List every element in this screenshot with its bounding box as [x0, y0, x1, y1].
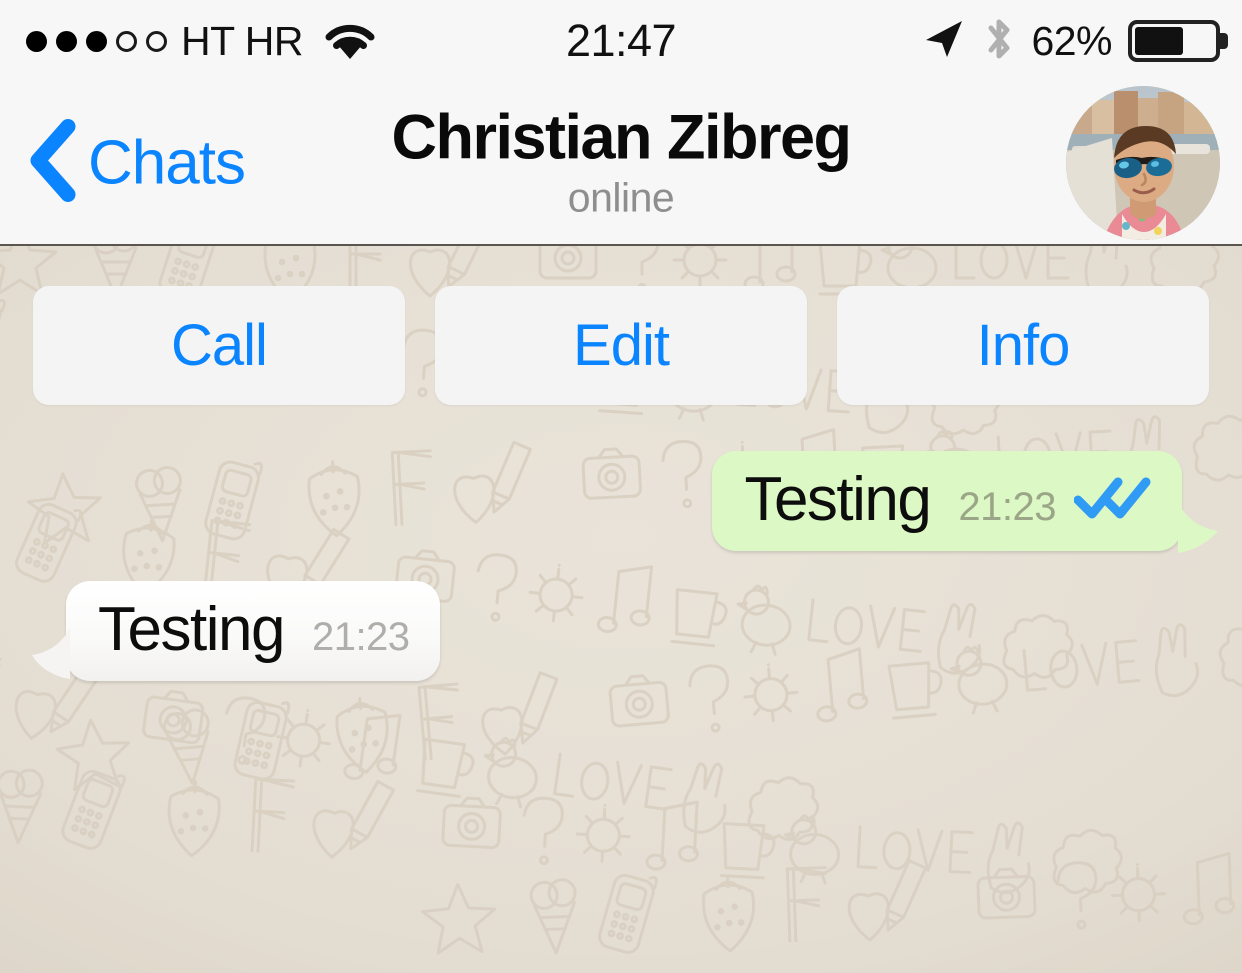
navigation-bar: Chats Christian Zibreg online — [0, 82, 1242, 246]
bluetooth-icon — [983, 14, 1015, 69]
battery-icon — [1128, 20, 1220, 62]
message-timestamp: 21:23 — [958, 485, 1056, 529]
bubble-tail-outgoing — [1178, 501, 1218, 553]
contact-header[interactable]: Christian Zibreg online — [271, 104, 971, 221]
message-text: Testing — [744, 465, 931, 534]
chevron-left-icon — [28, 119, 76, 208]
double-check-icon — [1074, 474, 1152, 520]
contact-avatar[interactable] — [1066, 86, 1220, 240]
chat-message-area: Call Edit Info Testing 21:23 Testing 21:… — [0, 246, 1242, 973]
info-button[interactable]: Info — [837, 286, 1209, 405]
battery-fill — [1135, 27, 1184, 55]
back-button-label: Chats — [88, 128, 246, 198]
status-bar-right: 62% — [921, 0, 1220, 82]
quick-action-row: Call Edit Info — [0, 286, 1242, 405]
bubble-tail-incoming — [32, 627, 70, 679]
battery-percent-label: 62% — [1031, 17, 1112, 64]
edit-button[interactable]: Edit — [435, 286, 807, 405]
call-button[interactable]: Call — [33, 286, 405, 405]
message-text: Testing — [98, 595, 285, 664]
message-row-outgoing: Testing 21:23 — [712, 451, 1220, 553]
contact-name: Christian Zibreg — [391, 102, 852, 173]
message-row-incoming: Testing 21:23 — [30, 581, 440, 681]
contact-status: online — [567, 174, 675, 221]
back-to-chats-button[interactable]: Chats — [28, 119, 246, 208]
location-arrow-icon — [921, 16, 967, 67]
status-bar: HT HR 21:47 62% — [0, 0, 1242, 82]
whatsapp-chat-screen: HT HR 21:47 62% Chats Christian Zibreg o… — [0, 0, 1242, 973]
message-bubble-outgoing[interactable]: Testing 21:23 — [712, 451, 1218, 553]
message-bubble-incoming[interactable]: Testing 21:23 — [32, 581, 440, 681]
message-timestamp: 21:23 — [311, 615, 410, 659]
